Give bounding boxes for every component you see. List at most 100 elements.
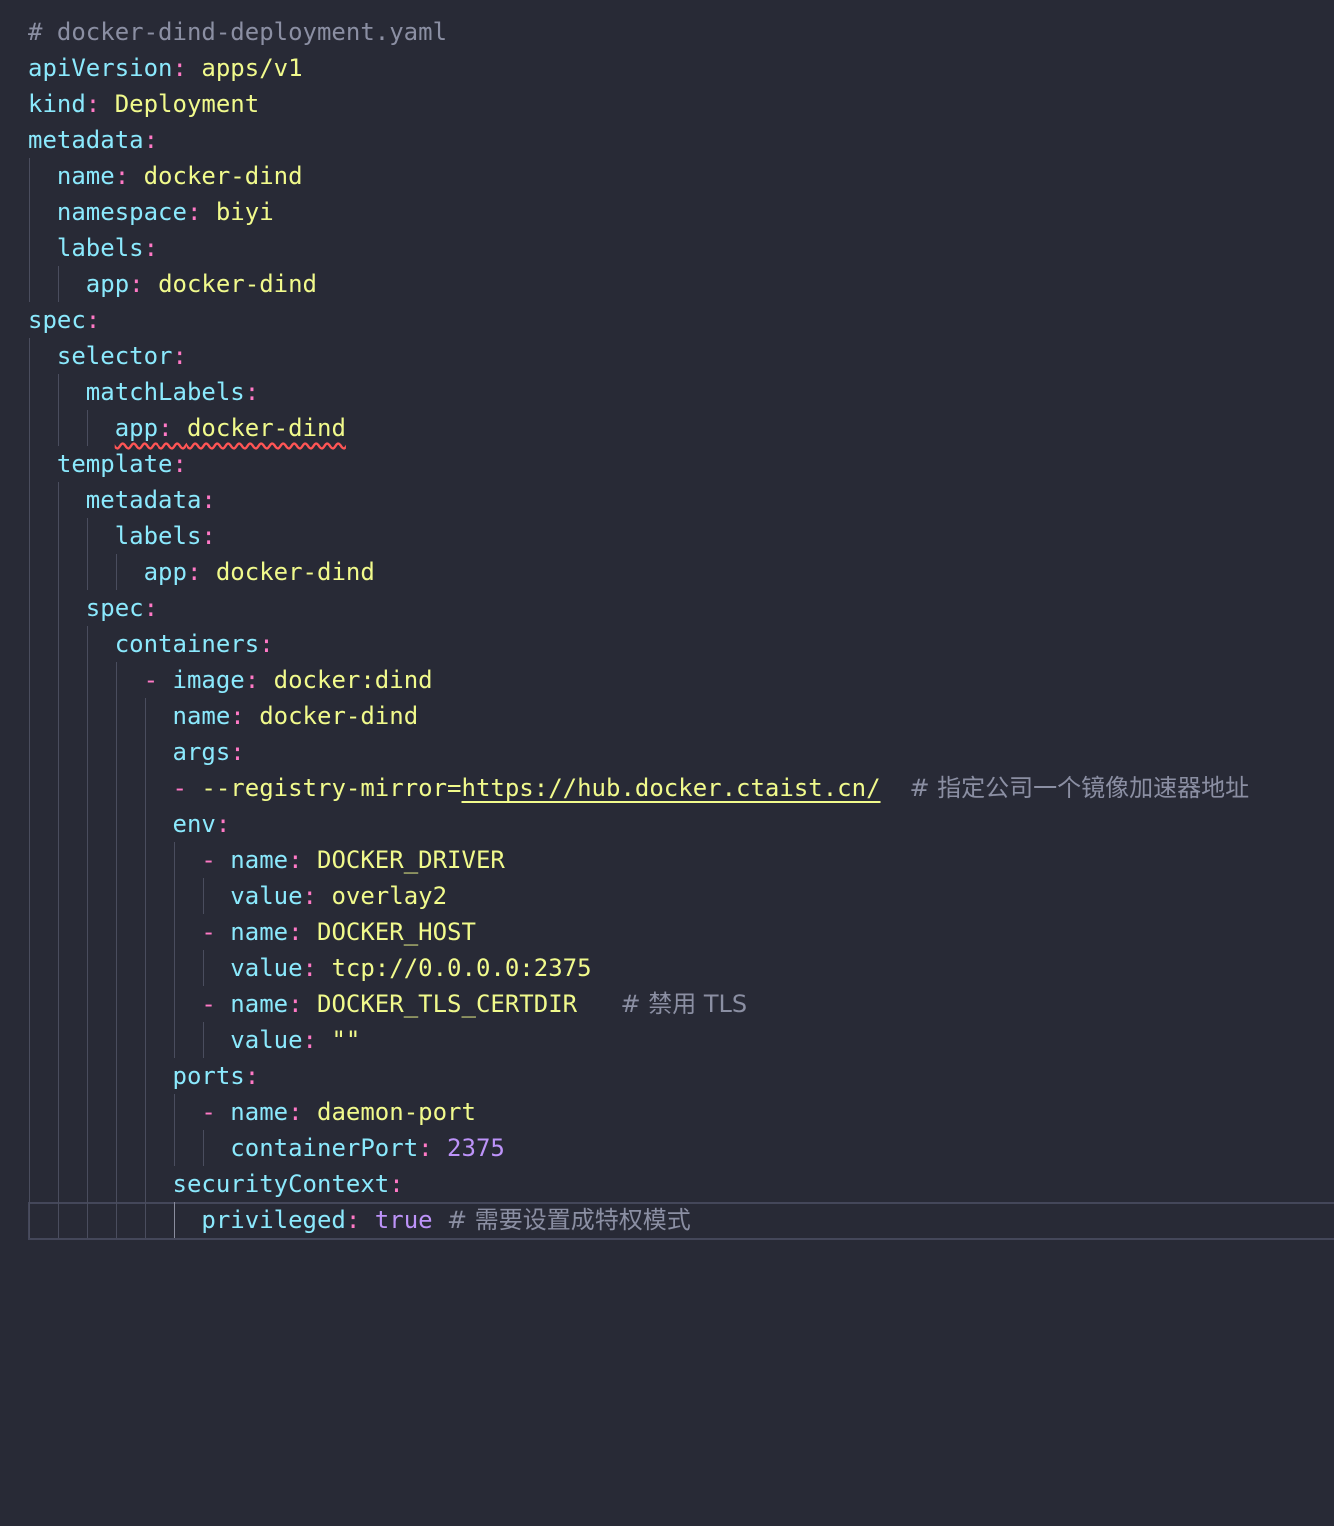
colon: : — [85, 306, 101, 334]
yaml-key: ports — [172, 1062, 245, 1090]
yaml-key: env — [172, 810, 216, 838]
code-line[interactable]: - name: DOCKER_DRIVER — [28, 842, 1334, 878]
colon: : — [230, 702, 260, 730]
code-line[interactable]: securityContext: — [28, 1166, 1334, 1202]
code-line[interactable]: metadata: — [28, 122, 1334, 158]
yaml-key: selector — [56, 342, 173, 370]
code-line[interactable]: containerPort: 2375 — [28, 1130, 1334, 1166]
yaml-key: app — [85, 270, 130, 298]
code-line[interactable]: app: docker-dind — [28, 266, 1334, 302]
yaml-key: namespace — [56, 198, 187, 226]
code-line[interactable]: containers: — [28, 626, 1334, 662]
code-line[interactable]: selector: — [28, 338, 1334, 374]
yaml-key: args — [172, 738, 231, 766]
code-line[interactable]: app: docker-dind — [28, 554, 1334, 590]
code-line[interactable]: namespace: biyi — [28, 194, 1334, 230]
colon: : — [172, 342, 187, 370]
yaml-value: docker-dind — [259, 702, 419, 730]
yaml-key: spec — [28, 306, 86, 334]
code-line[interactable]: - --registry-mirror=https://hub.docker.c… — [28, 770, 1334, 806]
yaml-key: apiVersion — [28, 54, 173, 82]
code-line[interactable]: env: — [28, 806, 1334, 842]
yaml-value: DOCKER_TLS_CERTDIR — [317, 990, 578, 1018]
yaml-value: Deployment — [114, 90, 260, 118]
registry-url-link[interactable]: https://hub.docker.ctaist.cn/ — [462, 774, 881, 802]
yaml-key: name — [230, 990, 289, 1018]
yaml-value: docker:dind — [273, 666, 433, 694]
code-line[interactable]: name: docker-dind — [28, 158, 1334, 194]
yaml-key: containers — [114, 630, 260, 658]
yaml-value: docker-dind — [158, 270, 318, 298]
colon: : — [215, 810, 231, 838]
code-line[interactable]: - name: daemon-port — [28, 1094, 1334, 1130]
colon: : — [172, 54, 202, 82]
inline-comment: # 需要设置成特权模式 — [447, 1206, 691, 1234]
yaml-value: tcp://0.0.0.0:2375 — [331, 954, 592, 982]
code-line[interactable]: value: tcp://0.0.0.0:2375 — [28, 950, 1334, 986]
code-line[interactable]: args: — [28, 734, 1334, 770]
yaml-key: privileged — [201, 1206, 346, 1234]
current-code-line[interactable]: privileged: true # 需要设置成特权模式 — [28, 1202, 1334, 1240]
colon: : — [259, 630, 274, 658]
list-dash: - — [201, 846, 231, 874]
colon: : — [244, 666, 274, 694]
colon: : — [143, 594, 159, 622]
yaml-key: value — [230, 882, 303, 910]
yaml-key: metadata — [28, 126, 144, 154]
yaml-value: docker-dind — [215, 558, 375, 586]
colon: : — [302, 882, 332, 910]
code-line[interactable]: - image: docker:dind — [28, 662, 1334, 698]
colon: : — [230, 738, 245, 766]
yaml-key: image — [172, 666, 245, 694]
yaml-key: value — [230, 954, 303, 982]
code-line[interactable]: name: docker-dind — [28, 698, 1334, 734]
code-editor[interactable]: # docker-dind-deployment.yaml apiVersion… — [28, 14, 1334, 1240]
colon: : — [172, 450, 187, 478]
yaml-key: app — [143, 558, 187, 586]
code-line[interactable]: value: "" — [28, 1022, 1334, 1058]
yaml-value: DOCKER_HOST — [317, 918, 476, 946]
yaml-key: value — [230, 1026, 303, 1054]
yaml-key: metadata — [85, 486, 202, 514]
yaml-value: overlay2 — [331, 882, 448, 910]
yaml-key: app — [114, 414, 159, 442]
yaml-key: name — [230, 846, 289, 874]
code-line[interactable]: spec: — [28, 302, 1334, 338]
colon: : — [418, 1134, 448, 1162]
list-dash: - — [201, 1098, 231, 1126]
yaml-key: kind — [28, 90, 86, 118]
code-line[interactable]: - name: DOCKER_HOST — [28, 914, 1334, 950]
code-line[interactable]: template: — [28, 446, 1334, 482]
colon: : — [288, 990, 317, 1018]
colon: : — [345, 1206, 375, 1234]
code-line[interactable]: - name: DOCKER_TLS_CERTDIR # 禁用 TLS — [28, 986, 1334, 1022]
code-line[interactable]: value: overlay2 — [28, 878, 1334, 914]
code-line[interactable]: app: docker-dind — [28, 410, 1334, 446]
code-line[interactable]: labels: — [28, 230, 1334, 266]
yaml-value: --registry-mirror= — [201, 774, 462, 802]
code-line[interactable]: spec: — [28, 590, 1334, 626]
lint-warning[interactable]: app: docker-dind — [115, 414, 346, 442]
inline-comment: # 指定公司一个镜像加速器地址 — [909, 774, 1250, 802]
colon: : — [158, 414, 187, 442]
yaml-key: name — [230, 1098, 289, 1126]
colon: : — [129, 270, 159, 298]
colon: : — [288, 918, 317, 946]
code-line[interactable]: metadata: — [28, 482, 1334, 518]
yaml-value: apps/v1 — [201, 54, 303, 82]
yaml-key: template — [56, 450, 173, 478]
colon: : — [244, 1062, 260, 1090]
code-line[interactable]: ports: — [28, 1058, 1334, 1094]
code-line[interactable]: kind: Deployment — [28, 86, 1334, 122]
colon: : — [143, 126, 159, 154]
colon: : — [244, 378, 260, 406]
colon: : — [201, 522, 216, 550]
code-line[interactable]: # docker-dind-deployment.yaml — [28, 14, 1334, 50]
code-line[interactable]: labels: — [28, 518, 1334, 554]
code-line[interactable]: apiVersion: apps/v1 — [28, 50, 1334, 86]
yaml-value: docker-dind — [143, 162, 303, 190]
yaml-value: biyi — [215, 198, 274, 226]
colon: : — [85, 90, 115, 118]
yaml-value: docker-dind — [186, 414, 346, 442]
code-line[interactable]: matchLabels: — [28, 374, 1334, 410]
